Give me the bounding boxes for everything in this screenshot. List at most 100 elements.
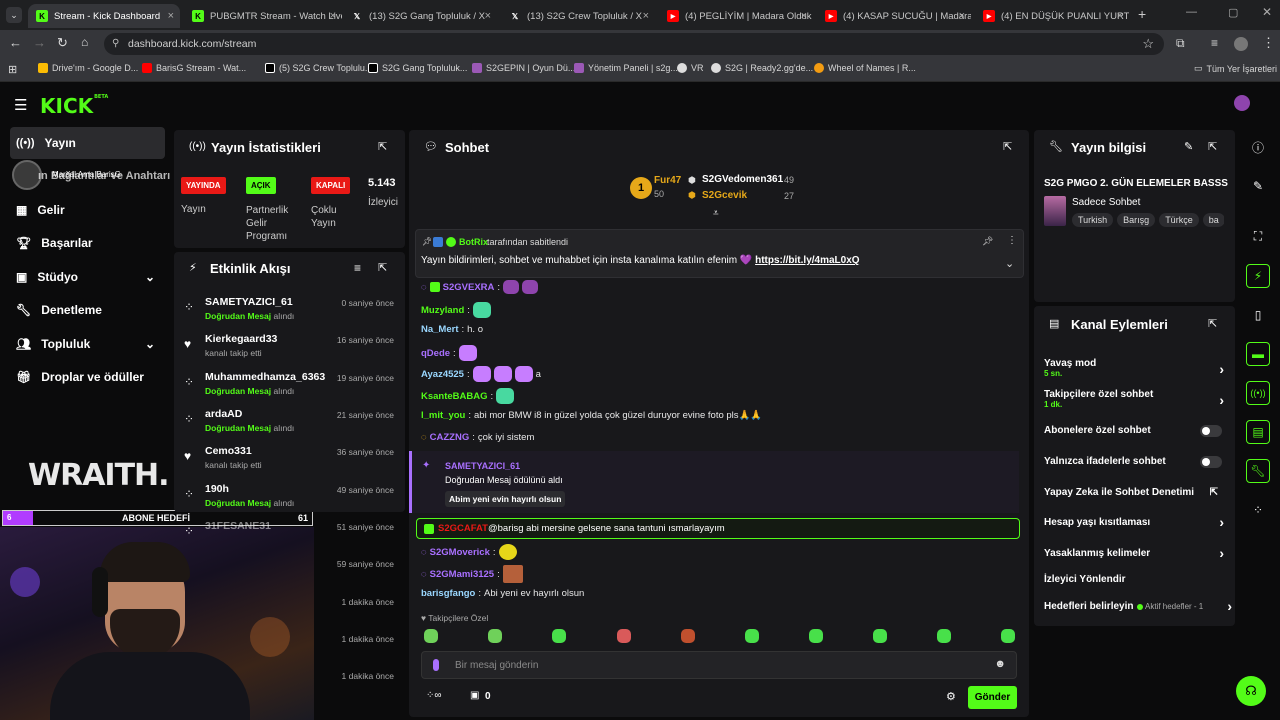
- support-button[interactable]: ☊: [1236, 676, 1266, 706]
- crop-icon[interactable]: ⛶: [1246, 224, 1270, 248]
- menu-icon[interactable]: ⋮: [1262, 35, 1275, 51]
- activity-username[interactable]: 31FESANE31: [205, 520, 271, 532]
- tab-youtube-2[interactable]: ▶ (4) KASAP SUCUĞU | Madara O ×: [817, 4, 971, 28]
- sidebar-item-yayin[interactable]: ((•)) Yayın: [10, 127, 165, 159]
- action-goals[interactable]: Hedefleri belirleyin Aktif hedefler - 1 …: [1044, 598, 1232, 615]
- activity-username[interactable]: SAMETYAZICI_61: [205, 296, 293, 308]
- back-icon[interactable]: ←: [9, 35, 22, 50]
- chevron-down-icon[interactable]: ⌄: [145, 270, 155, 284]
- sidebar-item-studyo[interactable]: ▣ Stüdyo ⌄: [10, 261, 165, 293]
- chat-username[interactable]: l_mit_you: [421, 410, 465, 421]
- tab-pubgmtr[interactable]: K PUBGMTR Stream - Watch Live ×: [184, 4, 342, 28]
- close-icon[interactable]: ×: [959, 10, 965, 22]
- edit-icon[interactable]: ✎: [1184, 140, 1193, 153]
- emote-button[interactable]: [424, 629, 438, 643]
- settings-icon[interactable]: ⚙: [946, 690, 956, 703]
- tag[interactable]: Barışg: [1117, 213, 1156, 227]
- chat-bubble-icon[interactable]: ▬: [1246, 342, 1270, 366]
- tab-kick-dashboard[interactable]: K Stream - Kick Dashboard ×: [28, 4, 180, 28]
- popout-icon[interactable]: ⇱: [378, 140, 387, 153]
- emote-button[interactable]: [809, 629, 823, 643]
- tab-s2g-crew[interactable]: 𝕏 (13) S2G Crew Topluluk / X ×: [501, 4, 655, 28]
- unpin-icon[interactable]: 📌︎: [982, 236, 993, 247]
- emote-button[interactable]: [745, 629, 759, 643]
- minimize-icon[interactable]: —: [1186, 6, 1197, 18]
- subscribers-only-toggle[interactable]: [1200, 425, 1222, 437]
- action-subscribers-only[interactable]: Abonelere özel sohbet: [1044, 425, 1224, 439]
- sidebar-item-topluluk[interactable]: 👥︎ Topluluk ⌄: [10, 328, 165, 360]
- popout-icon[interactable]: ⇱: [378, 261, 387, 274]
- chat-username[interactable]: KsanteBABAG: [421, 391, 488, 402]
- bookmark-wheel[interactable]: Wheel of Names | R...: [814, 63, 916, 73]
- action-slow-mode[interactable]: Yavaş mod 5 sn. ›: [1044, 358, 1224, 382]
- action-followers-only[interactable]: Takipçilere özel sohbet 1 dk. ›: [1044, 389, 1224, 413]
- apps-icon[interactable]: ⊞: [8, 63, 17, 76]
- bookmark-vr[interactable]: VR: [677, 63, 704, 73]
- media-icon[interactable]: ≡: [1211, 36, 1218, 50]
- chat-leaderboard[interactable]: 1 Fur47 50 ⬢ S2GVedomen361 49 ⬢ S2Gcevik…: [630, 172, 820, 206]
- broadcast-icon[interactable]: ((•)): [1246, 381, 1270, 405]
- close-icon[interactable]: ×: [485, 10, 491, 22]
- chevron-down-icon[interactable]: ⌄: [145, 337, 155, 351]
- close-icon[interactable]: ×: [1117, 10, 1123, 22]
- share-icon[interactable]: ⁘: [1246, 498, 1270, 522]
- hamburger-menu-icon[interactable]: ☰: [14, 96, 27, 114]
- bookmark-yonetim[interactable]: Yönetim Paneli | s2g...: [574, 63, 678, 73]
- pinned-message[interactable]: 📌︎ BotRix tarafından sabitlendi 📌︎ ⋮ Yay…: [415, 229, 1024, 278]
- close-window-icon[interactable]: ✕: [1262, 5, 1272, 19]
- more-icon[interactable]: ⋮: [1007, 235, 1017, 246]
- reward-user[interactable]: SAMETYAZICI_61: [445, 461, 520, 471]
- emote-button[interactable]: [681, 629, 695, 643]
- close-icon[interactable]: ×: [643, 10, 649, 22]
- close-icon[interactable]: ×: [801, 10, 807, 22]
- category-name[interactable]: Sadece Sohbet: [1072, 197, 1140, 208]
- activity-username[interactable]: Muhammedhamza_6363: [205, 371, 325, 383]
- points-icon[interactable]: ⁘∞: [426, 690, 442, 701]
- tab-youtube-1[interactable]: ▶ (4) PEGLİYİM | Madara Olduk # ×: [659, 4, 813, 28]
- close-icon[interactable]: ×: [168, 10, 174, 22]
- new-tab-button[interactable]: +: [1138, 6, 1146, 22]
- emote-button[interactable]: [488, 629, 502, 643]
- bookmark-s2gepin[interactable]: S2GEPIN | Oyun Dü...: [472, 63, 575, 73]
- calendar-icon[interactable]: ▣: [470, 690, 479, 701]
- activity-username[interactable]: 190h: [205, 483, 229, 495]
- popout-icon[interactable]: ⇱: [1208, 317, 1217, 330]
- chat-username[interactable]: CAZZNG: [430, 432, 470, 443]
- popout-icon[interactable]: ⇱: [1003, 140, 1012, 153]
- chat-username[interactable]: Muzyland: [421, 305, 464, 316]
- chat-username[interactable]: Ayaz4525: [421, 369, 464, 380]
- chat-username[interactable]: S2GVEXRA: [443, 282, 495, 293]
- profile-avatar[interactable]: [1234, 37, 1248, 51]
- filter-icon[interactable]: ≡: [354, 261, 361, 275]
- tab-youtube-3[interactable]: ▶ (4) EN DÜŞÜK PUANLI YURT D ×: [975, 4, 1129, 28]
- tag[interactable]: ba: [1202, 213, 1224, 227]
- bolt-icon[interactable]: ⚡︎: [1246, 264, 1270, 288]
- activity-username[interactable]: Cemo331: [205, 445, 252, 457]
- leaderboard-toggle-icon[interactable]: ⩡: [713, 208, 719, 219]
- bookmark-drive[interactable]: Drive'ım - Google D...: [38, 63, 138, 73]
- emote-button[interactable]: [617, 629, 631, 643]
- emote-button[interactable]: [937, 629, 951, 643]
- edit-icon[interactable]: ✎: [1246, 174, 1270, 198]
- url-field[interactable]: ⚲ dashboard.kick.com/stream ☆: [104, 33, 1164, 55]
- emote-button[interactable]: [873, 629, 887, 643]
- bookmark-star-icon[interactable]: ☆: [1142, 33, 1154, 55]
- send-button[interactable]: Gönder: [968, 686, 1017, 709]
- chat-username[interactable]: qDede: [421, 348, 450, 359]
- bookmark-barisg-stream[interactable]: BarisG Stream - Wat...: [142, 63, 246, 73]
- mic-icon[interactable]: [433, 659, 439, 671]
- tag[interactable]: Türkçe: [1159, 213, 1199, 227]
- emote-button[interactable]: [1001, 629, 1015, 643]
- sidebar-item-droplar[interactable]: 🎁︎ Droplar ve ödüller: [10, 361, 165, 393]
- bookmark-s2g-crew[interactable]: (5) S2G Crew Toplulu...: [265, 63, 372, 73]
- actions-icon[interactable]: ▤: [1246, 420, 1270, 444]
- maximize-icon[interactable]: ▢: [1228, 6, 1238, 19]
- action-emotes-only[interactable]: Yalnızca ifadelerle sohbet: [1044, 456, 1224, 470]
- chat-username[interactable]: barisgfango: [421, 588, 475, 599]
- emoji-icon[interactable]: ☻: [994, 658, 1006, 670]
- tab-search-icon[interactable]: ⌄: [6, 7, 22, 23]
- site-info-icon[interactable]: ⚲: [112, 33, 119, 55]
- close-icon[interactable]: ×: [330, 10, 336, 22]
- pinned-link[interactable]: https://bit.ly/4maL0xQ: [755, 255, 859, 266]
- sidebar-item-denetleme[interactable]: 🔧︎ Denetleme: [10, 294, 165, 326]
